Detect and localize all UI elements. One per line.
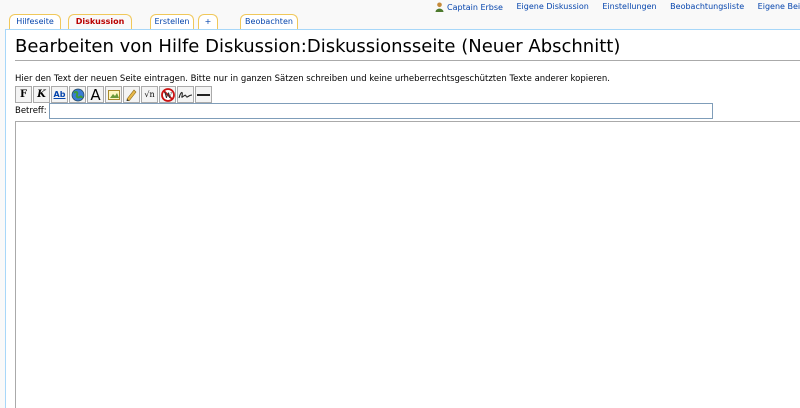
media-link-button[interactable]: [123, 86, 140, 103]
tab-hilfeseite[interactable]: Hilfeseite: [9, 14, 61, 29]
tab-beobachten[interactable]: Beobachten: [240, 14, 298, 29]
content-area: Bearbeiten von Hilfe Diskussion:Diskussi…: [5, 29, 800, 408]
edit-toolbar: F K Ab A √n W: [15, 85, 213, 104]
horizontal-line-button[interactable]: [195, 86, 212, 103]
my-contributions-link[interactable]: Eigene Beiträge: [758, 2, 800, 11]
embedded-file-button[interactable]: [105, 86, 122, 103]
signature-icon: [178, 91, 193, 98]
globe-icon: [71, 88, 84, 101]
user-page-link[interactable]: Captain Erbse: [435, 2, 503, 12]
internal-link-button[interactable]: Ab: [51, 86, 68, 103]
no-wiki-icon: W: [160, 87, 175, 102]
subject-row: Betreff:: [15, 103, 713, 120]
heading-divider: [15, 60, 800, 61]
horizontal-rule-icon: [197, 93, 210, 96]
math-formula-button[interactable]: √n: [141, 86, 158, 103]
edit-textarea[interactable]: [15, 121, 800, 408]
signature-button[interactable]: [177, 86, 194, 103]
headline-icon: A: [90, 85, 101, 104]
bold-icon: F: [19, 89, 28, 100]
pencil-icon: [126, 89, 137, 101]
headline-button[interactable]: A: [87, 85, 104, 104]
my-talk-link[interactable]: Eigene Diskussion: [517, 2, 589, 11]
subject-input[interactable]: [49, 103, 713, 119]
tab-diskussion[interactable]: Diskussion: [68, 14, 132, 30]
math-icon: √n: [144, 90, 155, 99]
nowiki-button[interactable]: W: [159, 86, 176, 103]
bold-button[interactable]: F: [15, 86, 32, 103]
edit-intro-text: Hier den Text der neuen Seite eintragen.…: [15, 74, 610, 84]
internal-link-icon: Ab: [53, 90, 66, 99]
user-icon: [435, 2, 444, 12]
user-name: Captain Erbse: [447, 3, 503, 12]
image-icon: [107, 89, 120, 100]
preferences-link[interactable]: Einstellungen: [602, 2, 656, 11]
tab-erstellen[interactable]: Erstellen: [150, 14, 194, 29]
italic-button[interactable]: K: [33, 86, 50, 103]
subject-label: Betreff:: [15, 106, 47, 116]
external-link-button[interactable]: [69, 86, 86, 103]
tab-new-section[interactable]: +: [198, 14, 218, 29]
svg-text:W: W: [163, 91, 172, 100]
italic-icon: K: [37, 89, 46, 100]
personal-tools: Captain Erbse Eigene Diskussion Einstell…: [435, 2, 800, 14]
page-title: Bearbeiten von Hilfe Diskussion:Diskussi…: [15, 36, 621, 57]
watchlist-link[interactable]: Beobachtungsliste: [670, 2, 744, 11]
